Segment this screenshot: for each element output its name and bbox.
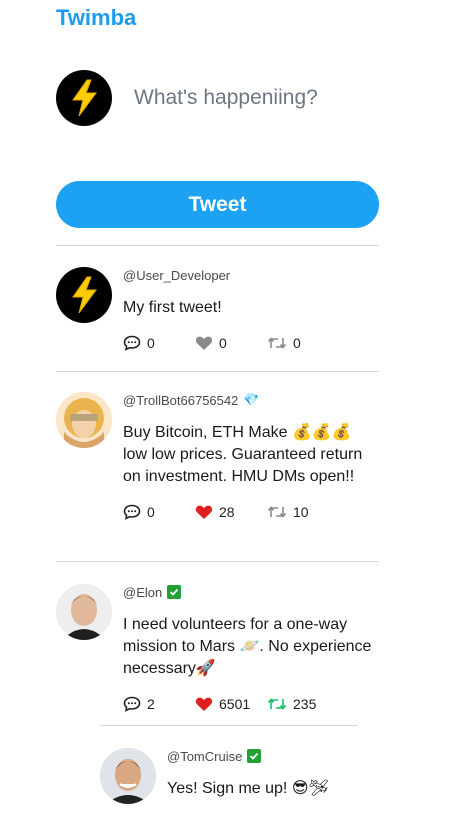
like-button[interactable]: 6501 [195, 696, 267, 712]
divider [56, 561, 379, 562]
retweet-count: 235 [293, 696, 317, 712]
like-button[interactable]: 28 [195, 504, 267, 520]
avatar[interactable] [56, 584, 112, 640]
tweet: @User_Developer My first tweet! 0 0 0 [56, 267, 379, 357]
retweet-button[interactable]: 0 [267, 335, 301, 351]
compose-input[interactable] [134, 82, 374, 114]
reply-count: 0 [147, 335, 155, 351]
verified-badge-icon [247, 749, 262, 763]
reply-button[interactable]: 2 [123, 696, 195, 712]
reply-button[interactable]: 0 [123, 504, 195, 520]
reply-count: 2 [147, 696, 155, 712]
retweet-button[interactable]: 10 [267, 504, 309, 520]
heart-icon [195, 336, 213, 350]
tweet-text: Yes! Sign me up! 😎🛩 [167, 780, 329, 797]
retweet-icon [267, 337, 287, 349]
divider [56, 371, 379, 372]
tweet-text: My first tweet! [123, 299, 222, 316]
heart-icon [195, 505, 213, 519]
retweet-count: 10 [293, 504, 309, 520]
tweet: @TrollBot66756542 💎 Buy Bitcoin, ETH Make… [56, 392, 379, 547]
like-count: 6501 [219, 696, 251, 712]
comment-icon [123, 335, 141, 351]
app-title: Twimba [56, 5, 137, 30]
tweet-button[interactable]: Tweet [56, 181, 379, 228]
retweet-icon [267, 698, 287, 710]
tweet-handle[interactable]: @User_Developer [123, 267, 379, 283]
tweet-text: Buy Bitcoin, ETH Make 💰💰💰 low low prices… [123, 424, 363, 485]
like-button[interactable]: 0 [195, 335, 267, 351]
like-count: 28 [219, 504, 235, 520]
lightning-bolt-icon [72, 276, 97, 314]
comment-icon [123, 504, 141, 520]
heart-icon [195, 697, 213, 711]
tomcruise-avatar-icon [100, 748, 156, 804]
comment-icon [123, 696, 141, 712]
tweet-text: I need volunteers for a one-way mission … [123, 616, 372, 677]
tweet-handle[interactable]: @Elon [123, 584, 379, 600]
divider [56, 245, 379, 246]
reply-button[interactable]: 0 [123, 335, 195, 351]
retweet-count: 0 [293, 335, 301, 351]
tweet: @Elon I need volunteers for a one-way mi… [56, 584, 379, 714]
avatar[interactable] [56, 392, 112, 448]
elon-avatar-icon [56, 584, 112, 640]
avatar [56, 70, 112, 126]
verified-badge-icon [167, 585, 182, 599]
lightning-bolt-icon [72, 79, 97, 117]
tweet-handle[interactable]: @TomCruise [167, 748, 423, 764]
avatar[interactable] [100, 748, 156, 804]
reply-count: 0 [147, 504, 155, 520]
compose-area [56, 70, 379, 126]
retweet-button[interactable]: 235 [267, 696, 316, 712]
diamond-badge-icon: 💎 [243, 392, 260, 407]
reply-tweet: @TomCruise Yes! Sign me up! 😎🛩 [100, 748, 379, 808]
divider [100, 725, 358, 726]
tweet-handle[interactable]: @TrollBot66756542 💎 [123, 392, 379, 408]
retweet-icon [267, 506, 287, 518]
troll-face-icon [56, 392, 112, 448]
avatar[interactable] [56, 267, 112, 323]
like-count: 0 [219, 335, 227, 351]
